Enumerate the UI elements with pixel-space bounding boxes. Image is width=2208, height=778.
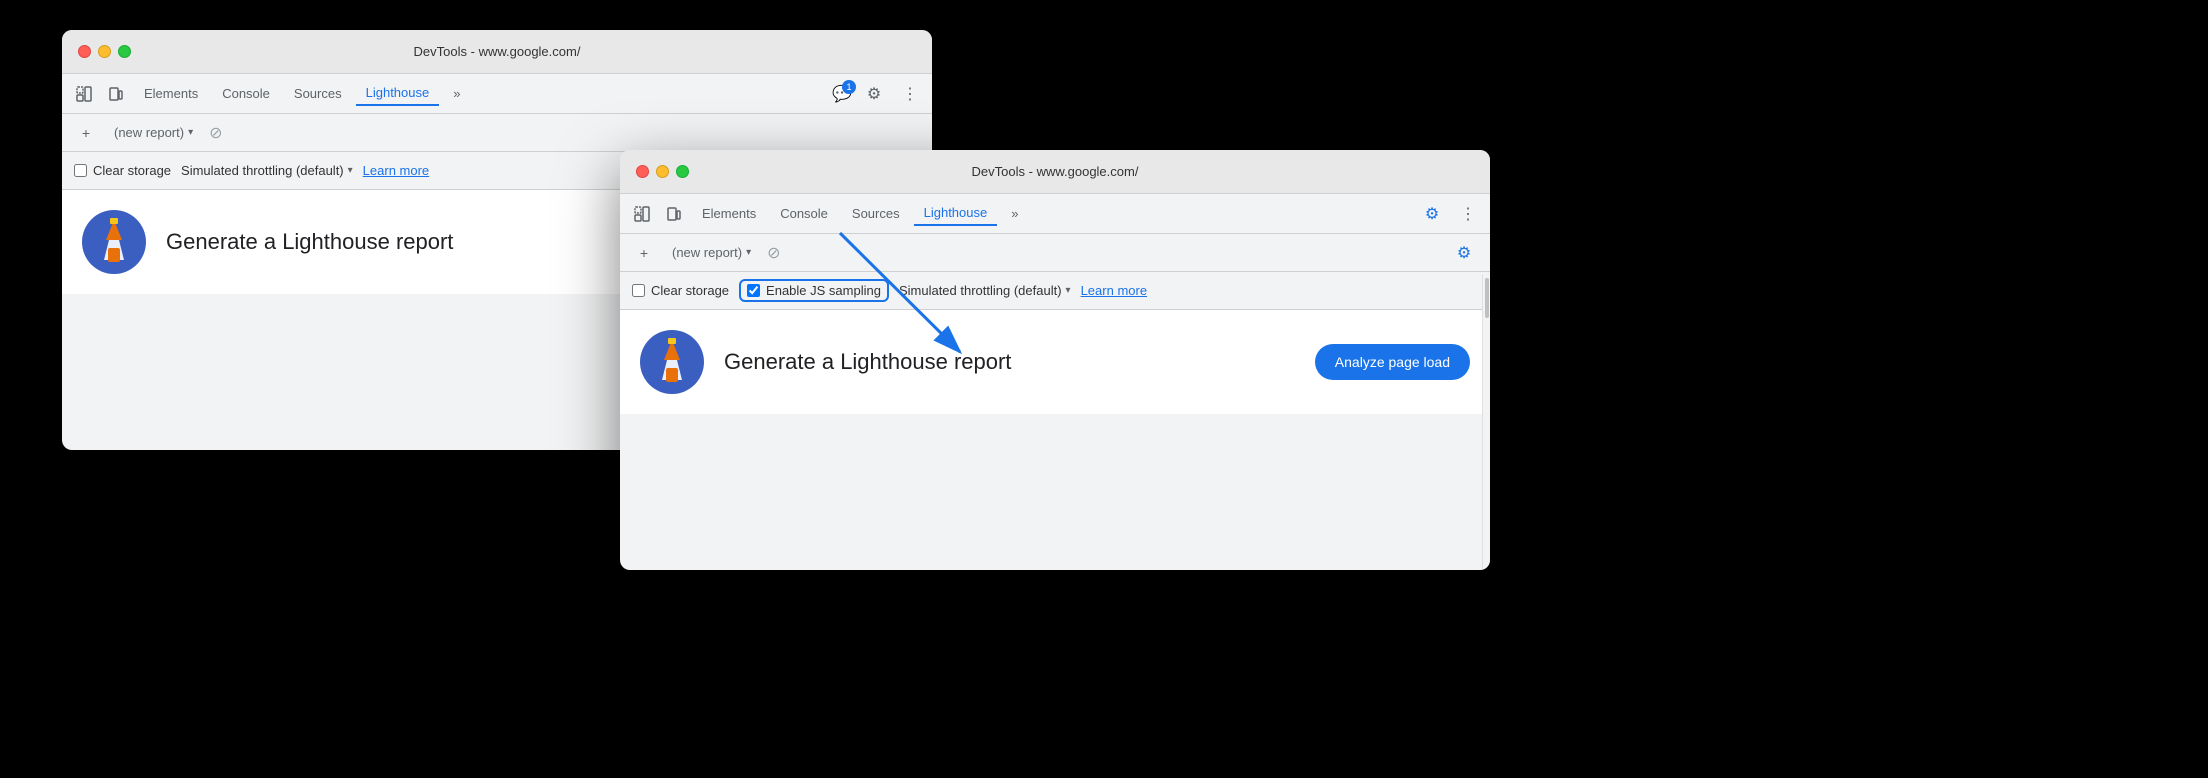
clear-storage-label-2: Clear storage (651, 283, 729, 298)
inspector-icon-2[interactable] (628, 200, 656, 228)
tab-more-2[interactable]: » (1001, 202, 1028, 225)
scrollbar-2[interactable] (1482, 274, 1490, 570)
more-icon-2[interactable]: ⋮ (1454, 200, 1482, 228)
clear-storage-input-2[interactable] (632, 284, 645, 297)
traffic-lights-1 (78, 45, 131, 58)
report-dropdown-arrow-1: ▾ (188, 127, 193, 138)
report-select-label-2: (new report) (672, 245, 742, 260)
tab-console-1[interactable]: Console (212, 82, 280, 105)
window-title-1: DevTools - www.google.com/ (414, 44, 581, 59)
maximize-button-2[interactable] (676, 165, 689, 178)
js-sampling-input[interactable] (747, 284, 760, 297)
js-sampling-checkbox-highlighted[interactable]: Enable JS sampling (739, 279, 889, 302)
clear-storage-checkbox-1[interactable]: Clear storage (74, 163, 171, 178)
throttle-label-2: Simulated throttling (default) (899, 283, 1062, 298)
minimize-button-2[interactable] (656, 165, 669, 178)
learn-more-1[interactable]: Learn more (363, 163, 429, 178)
device-icon-1[interactable] (102, 80, 130, 108)
tab-elements-1[interactable]: Elements (134, 82, 208, 105)
traffic-lights-2 (636, 165, 689, 178)
js-sampling-text: Enable JS sampling (766, 283, 881, 298)
throttle-select-2[interactable]: Simulated throttling (default) ▾ (899, 283, 1071, 298)
report-select-1[interactable]: (new report) ▾ (106, 121, 201, 144)
toolbar-1: + (new report) ▾ ⊘ (62, 114, 932, 152)
throttle-select-1[interactable]: Simulated throttling (default) ▾ (181, 163, 353, 178)
js-sampling-label[interactable]: Enable JS sampling (747, 283, 881, 298)
cancel-icon-1[interactable]: ⊘ (209, 123, 222, 143)
clear-storage-checkbox-2[interactable]: Clear storage (632, 283, 729, 298)
scrollbar-thumb-2[interactable] (1485, 278, 1489, 318)
tab-actions-1: 💬 1 ⚙ ⋮ (832, 80, 924, 108)
options-bar-2: Clear storage Enable JS sampling Simulat… (620, 272, 1490, 310)
tab-bar-2: Elements Console Sources Lighthouse » ⚙ … (620, 194, 1490, 234)
settings-icon-1[interactable]: ⚙ (860, 80, 888, 108)
analyze-btn-2[interactable]: Analyze page load (1315, 344, 1470, 380)
add-report-btn-1[interactable]: + (74, 121, 98, 145)
tab-console-2[interactable]: Console (770, 202, 838, 225)
learn-more-2[interactable]: Learn more (1081, 283, 1147, 298)
tab-bar-1: Elements Console Sources Lighthouse » 💬 … (62, 74, 932, 114)
inspector-icon-1[interactable] (70, 80, 98, 108)
window-title-2: DevTools - www.google.com/ (972, 164, 1139, 179)
tab-more-1[interactable]: » (443, 82, 470, 105)
clear-storage-label-1: Clear storage (93, 163, 171, 178)
toolbar-2: + (new report) ▾ ⊘ ⚙ (620, 234, 1490, 272)
add-report-btn-2[interactable]: + (632, 241, 656, 265)
clear-storage-input-1[interactable] (74, 164, 87, 177)
report-select-label-1: (new report) (114, 125, 184, 140)
tab-lighthouse-2[interactable]: Lighthouse (914, 201, 998, 226)
tab-sources-2[interactable]: Sources (842, 202, 910, 225)
more-icon-1[interactable]: ⋮ (896, 80, 924, 108)
settings-toolbar-icon-2[interactable]: ⚙ (1450, 239, 1478, 267)
tab-actions-2: ⚙ ⋮ (1418, 200, 1482, 228)
chat-icon-1[interactable]: 💬 1 (832, 84, 852, 104)
maximize-button-1[interactable] (118, 45, 131, 58)
close-button-2[interactable] (636, 165, 649, 178)
close-button-1[interactable] (78, 45, 91, 58)
minimize-button-1[interactable] (98, 45, 111, 58)
lighthouse-logo-2 (640, 330, 704, 394)
settings-icon-2[interactable]: ⚙ (1418, 200, 1446, 228)
chat-badge-1: 1 (842, 80, 856, 94)
generate-text-1: Generate a Lighthouse report (166, 229, 453, 255)
throttle-arrow-2: ▾ (1066, 285, 1071, 296)
main-content-2: Generate a Lighthouse report Analyze pag… (620, 310, 1490, 414)
tab-lighthouse-1[interactable]: Lighthouse (356, 81, 440, 106)
report-dropdown-arrow-2: ▾ (746, 247, 751, 258)
device-icon-2[interactable] (660, 200, 688, 228)
tab-sources-1[interactable]: Sources (284, 82, 352, 105)
generate-text-2: Generate a Lighthouse report (724, 349, 1011, 375)
tab-elements-2[interactable]: Elements (692, 202, 766, 225)
devtools-window-2: DevTools - www.google.com/ Elements Cons… (620, 150, 1490, 570)
lighthouse-logo-1 (82, 210, 146, 274)
throttle-arrow-1: ▾ (348, 165, 353, 176)
throttle-label-1: Simulated throttling (default) (181, 163, 344, 178)
report-select-2[interactable]: (new report) ▾ (664, 241, 759, 264)
title-bar-2: DevTools - www.google.com/ (620, 150, 1490, 194)
title-bar-1: DevTools - www.google.com/ (62, 30, 932, 74)
cancel-icon-2[interactable]: ⊘ (767, 243, 780, 263)
